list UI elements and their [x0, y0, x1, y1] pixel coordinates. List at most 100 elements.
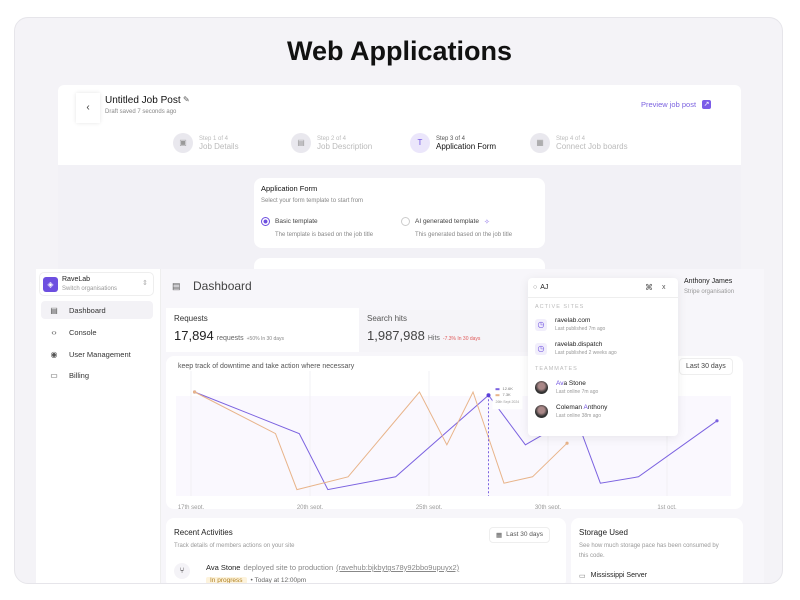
series-orange-point	[565, 442, 568, 445]
radio-selected-icon	[261, 217, 270, 226]
external-link-icon: ↗	[702, 100, 711, 109]
card-icon: ▭	[49, 371, 59, 380]
command-icon: ⌘	[645, 283, 653, 292]
tooltip-date: 26th Sept 2024	[496, 400, 520, 404]
section-header: ACTIVE SITES	[535, 304, 584, 310]
activities-subtitle: Track details of members actions on your…	[174, 543, 295, 549]
user-icon: ◉	[49, 350, 59, 359]
ai-template-radio[interactable]: AI generated template✧	[401, 217, 490, 226]
step-label: Job Details	[199, 142, 239, 151]
section-header: TEAMMATES	[535, 366, 578, 372]
site-icon: ◷	[535, 319, 547, 331]
stat-delta: +50% In 30 days	[247, 336, 284, 342]
dashboard-app: ◈ RaveLab Switch organisations ⇕ ▤ Dashbo…	[36, 269, 764, 584]
preview-job-button[interactable]: Preview job post ↗	[641, 100, 711, 109]
activity-time: • Today at 12:00pm	[251, 577, 307, 584]
stat-label: Requests	[174, 314, 208, 323]
avatar	[535, 381, 548, 394]
status-badge: In progress	[206, 577, 247, 584]
deploy-icon: ⑂	[174, 563, 190, 579]
nav-label: Billing	[69, 371, 89, 380]
application-form-card: Application Form Select your form templa…	[254, 178, 545, 248]
site-meta: Last published 7m ago	[555, 326, 605, 332]
site-item[interactable]: ◷ravelab.comLast published 7m ago	[535, 317, 605, 332]
sidebar-item-dashboard[interactable]: ▤ Dashboard	[41, 301, 153, 319]
sidebar-item-user-management[interactable]: ◉User Management	[41, 345, 153, 363]
activity-item: Ava Stonedeployed site to production(rav…	[206, 563, 459, 572]
option-desc: This generated based on the job title	[415, 232, 512, 238]
site-icon: ◷	[535, 343, 547, 355]
tooltip-swatch	[496, 394, 500, 396]
storage-subtitle: See how much storage pace has been consu…	[579, 541, 719, 561]
nav-label: Dashboard	[69, 306, 106, 315]
org-subtitle: Switch organisations	[62, 286, 117, 292]
server-icon: ▭	[579, 572, 586, 580]
user-name: Anthony James	[684, 278, 732, 285]
step-application-form[interactable]: TStep 3 of 4Application Form	[410, 133, 496, 153]
tooltip-swatch	[496, 388, 500, 390]
search-popup: ○AJ ⌘ x ACTIVE SITES ◷ravelab.comLast pu…	[528, 278, 678, 436]
step-label: Job Description	[317, 142, 372, 151]
text-icon: T	[410, 133, 430, 153]
layout-icon: ▤	[49, 306, 59, 315]
option-label: AI generated template	[415, 218, 479, 225]
step-connect-job-boards[interactable]: ▦Step 4 of 4Connect Job boards	[530, 133, 628, 153]
showcase-frame: Web Applications ‹ Untitled Job Post ✎ D…	[14, 17, 783, 584]
step-job-description[interactable]: ▤Step 2 of 4Job Description	[291, 133, 372, 153]
job-header: ‹ Untitled Job Post ✎ Draft saved 7 seco…	[58, 85, 741, 165]
search-input[interactable]: ○AJ ⌘ x	[528, 278, 678, 298]
stat-value: 1,987,988	[367, 328, 425, 343]
sidebar-item-console[interactable]: ‹›Console	[41, 323, 153, 341]
step-label: Connect Job boards	[556, 142, 628, 151]
code-icon: ‹›	[49, 328, 59, 337]
x-tick-label: 17th sept.	[178, 505, 205, 509]
site-item[interactable]: ◷ ravelab.dispatch Last published 2 weeks …	[535, 341, 617, 356]
stat-label: Search hits	[367, 314, 407, 323]
series-purple-point	[715, 419, 718, 422]
search-value: AJ	[540, 284, 548, 291]
option-label: Basic template	[275, 218, 318, 225]
dashboard-title: Dashboard	[193, 279, 252, 293]
server-name: Mississippi Server	[591, 572, 647, 580]
briefcase-icon: ▣	[173, 133, 193, 153]
hover-point	[487, 393, 491, 397]
tooltip-value: 12.6K	[503, 386, 514, 391]
activities-range-button[interactable]: ▦Last 30 days	[489, 527, 550, 543]
job-post-editor: ‹ Untitled Job Post ✎ Draft saved 7 seco…	[58, 85, 741, 275]
chevron-updown-icon: ⇕	[142, 279, 148, 287]
activity-user: Ava Stone	[206, 563, 240, 572]
edit-pencil-icon[interactable]: ✎	[183, 95, 190, 104]
draft-status: Draft saved 7 seconds ago	[105, 109, 176, 115]
org-logo-icon: ◈	[43, 277, 58, 292]
back-button[interactable]: ‹	[76, 93, 100, 123]
org-switcher[interactable]: ◈ RaveLab Switch organisations ⇕	[39, 272, 154, 296]
teammate-meta: Last online 38m ago	[556, 413, 607, 419]
search-icon: ○	[533, 284, 537, 291]
site-name: ravelab.dispatch	[555, 341, 617, 348]
stat-unit: requests	[217, 335, 244, 342]
site-meta: Last published 2 weeks ago	[555, 350, 617, 356]
activity-ref-link[interactable]: (ravehub:bjkbytgs78y92bbo9upuyx2)	[336, 563, 459, 572]
teammate-name: Coleman	[556, 404, 583, 411]
stat-delta: -7.3% In 30 days	[443, 336, 481, 342]
sidebar-item-billing[interactable]: ▭ Billing	[41, 366, 153, 384]
storage-title: Storage Used	[579, 528, 628, 537]
form-subtitle: Select your form template to start from	[261, 198, 363, 204]
step-job-details[interactable]: ▣Step 1 of 4Job Details	[173, 133, 239, 153]
basic-template-radio[interactable]: Basic template	[261, 217, 318, 226]
storage-card: Storage Used See how much storage pace h…	[571, 518, 743, 584]
x-tick-label: 20th sept.	[297, 505, 324, 509]
recent-activities-card: Recent Activities Track details of membe…	[166, 518, 566, 584]
avatar	[535, 405, 548, 418]
teammate-item[interactable]: Coleman AnthonyLast online 38m ago	[535, 404, 607, 419]
teammate-meta: Last online 7m ago	[556, 389, 598, 395]
activity-action: deployed site to production	[243, 563, 333, 572]
stat-unit: Hits	[428, 335, 440, 342]
close-icon[interactable]: x	[662, 284, 666, 291]
dashboard-icon: ▤	[172, 281, 181, 292]
org-name: RaveLab	[62, 276, 90, 283]
teammate-name: a Stone	[563, 380, 585, 387]
stat-requests: Requests 17,894requests+50% In 30 days	[166, 308, 359, 352]
form-title: Application Form	[261, 184, 317, 193]
teammate-item[interactable]: Ava StoneLast online 7m ago	[535, 380, 598, 395]
